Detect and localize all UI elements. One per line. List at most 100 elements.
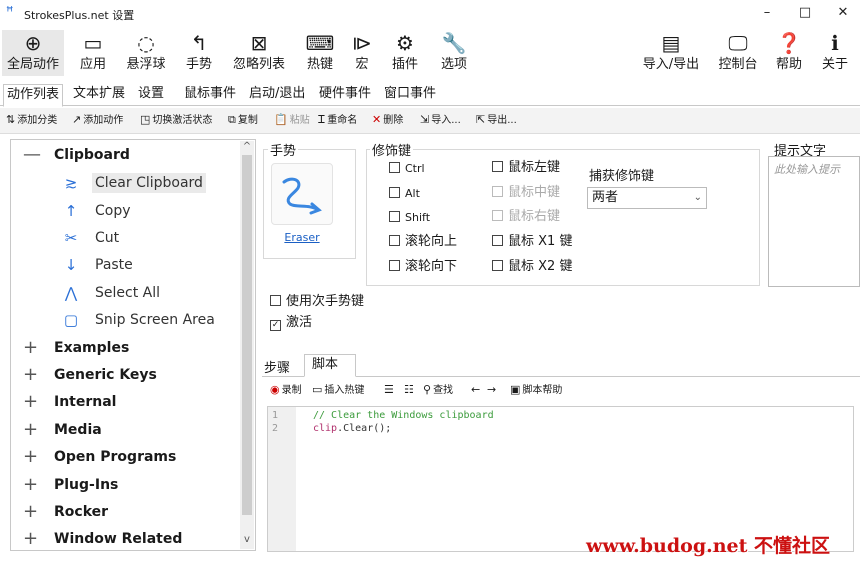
tree-category-clipboard[interactable]: — Clipboard xyxy=(11,145,239,165)
collapse-icon[interactable]: — xyxy=(23,145,43,165)
export-button[interactable]: ⇱ 导出... xyxy=(476,113,517,128)
toolbar-console-button[interactable]: 🖵 控制台 xyxy=(713,30,763,76)
tab-script[interactable]: 脚本 xyxy=(304,354,356,377)
record-button[interactable]: ◉ 录制 xyxy=(270,383,302,398)
expand-icon[interactable]: + xyxy=(23,529,43,549)
window-title: StrokesPlus.net 设置 xyxy=(24,9,135,22)
tab-hardware-events[interactable]: 硬件事件 xyxy=(316,84,374,106)
tree-category-examples[interactable]: + Examples xyxy=(11,338,239,358)
add-action-button[interactable]: ↗ 添加动作 xyxy=(72,113,123,128)
forward-button[interactable]: → xyxy=(487,383,498,398)
line-number: 1 xyxy=(272,410,279,421)
toolbar-about-button[interactable]: ℹ 关于 xyxy=(816,30,854,76)
indent-button[interactable]: ☰ xyxy=(384,383,396,398)
right-mouse-checkbox[interactable]: 鼠标右键 xyxy=(492,210,560,224)
expand-icon[interactable]: + xyxy=(23,502,43,522)
toolbar-floater-button[interactable]: ◌ 悬浮球 xyxy=(121,30,171,76)
tree-category-media[interactable]: + Media xyxy=(11,420,239,440)
middle-mouse-checkbox[interactable]: 鼠标中键 xyxy=(492,186,560,200)
shift-checkbox[interactable]: Shift xyxy=(389,211,430,225)
tab-startup-exit[interactable]: 启动/退出 xyxy=(246,84,308,106)
tab-text-expansion[interactable]: 文本扩展 xyxy=(70,84,128,106)
action-tree[interactable]: — Clipboard ≳ Clear Clipboard ↑ Copy ✂ C… xyxy=(10,139,256,551)
scroll-down-icon[interactable]: v xyxy=(242,534,252,545)
tree-item-clear-clipboard[interactable]: ≳ Clear Clipboard xyxy=(11,173,239,193)
scroll-up-icon[interactable]: ^ xyxy=(242,141,252,152)
tree-item-paste[interactable]: ↓ Paste xyxy=(11,255,239,275)
tree-item-snip-screen-area[interactable]: ▢ Snip Screen Area xyxy=(11,310,239,330)
insert-hotkey-button[interactable]: ▭ 插入热键 xyxy=(312,383,364,398)
toolbar-import-export-button[interactable]: ▤ 导入/导出 xyxy=(638,30,704,76)
tree-item-select-all[interactable]: ⋀ Select All xyxy=(11,283,239,303)
tab-mouse-events[interactable]: 鼠标事件 xyxy=(181,84,239,106)
tree-category-rocker[interactable]: + Rocker xyxy=(11,502,239,522)
delete-button[interactable]: ✕ 删除 xyxy=(372,113,403,128)
mouse-x2-checkbox[interactable]: 鼠标 X2 键 xyxy=(492,260,572,274)
toolbar-ignore-list-button[interactable]: ⊠ 忽略列表 xyxy=(228,30,290,76)
close-button[interactable]: ✕ xyxy=(824,0,860,26)
expand-icon[interactable]: + xyxy=(23,447,43,467)
gesture-preview[interactable] xyxy=(271,163,333,225)
down-arrow-icon: ↓ xyxy=(64,256,78,274)
find-button[interactable]: ⚲ 查找 xyxy=(423,383,453,398)
expand-icon[interactable]: + xyxy=(23,420,43,440)
alt-checkbox[interactable]: Alt xyxy=(389,187,420,201)
hint-textarea[interactable]: 此处输入提示 xyxy=(768,156,860,287)
caret-gesture-icon: ⋀ xyxy=(64,284,78,302)
tab-settings[interactable]: 设置 xyxy=(135,84,167,106)
watermark: www.budog.net 不懂社区 xyxy=(586,535,831,557)
ctrl-checkbox[interactable]: Ctrl xyxy=(389,162,425,176)
gesture-name-link[interactable]: Eraser xyxy=(271,231,333,244)
back-button[interactable]: ← xyxy=(471,383,482,398)
toolbar-global-actions-button[interactable]: ⊕ 全局动作 xyxy=(2,30,64,76)
tree-item-cut[interactable]: ✂ Cut xyxy=(11,228,239,248)
keyboard-icon: ▭ xyxy=(312,383,323,396)
left-mouse-checkbox[interactable]: 鼠标左键 xyxy=(492,161,560,175)
tree-category-window-related[interactable]: + Window Related xyxy=(11,529,239,549)
title-bar: ꟸ StrokesPlus.net 设置 – □ ✕ xyxy=(0,0,860,28)
active-checkbox[interactable]: ✓ 激活 xyxy=(270,316,312,331)
console-icon: 🖵 xyxy=(728,31,748,55)
rename-button[interactable]: Ꮖ 重命名 xyxy=(318,113,357,128)
expand-icon[interactable]: + xyxy=(23,365,43,385)
tree-item-copy[interactable]: ↑ Copy xyxy=(11,201,239,221)
expand-icon[interactable]: + xyxy=(23,392,43,412)
copy-icon: ⧉ xyxy=(228,113,236,126)
toolbar-options-button[interactable]: 🔧 选项 xyxy=(434,30,474,76)
toggle-active-button[interactable]: ◳ 切换激活状态 xyxy=(140,113,212,128)
toolbar-plugins-button[interactable]: ⚙ 插件 xyxy=(386,30,424,76)
tree-category-plug-ins[interactable]: + Plug-Ins xyxy=(11,475,239,495)
about-icon: ℹ xyxy=(831,31,839,55)
tab-steps[interactable]: 步骤 xyxy=(264,357,290,376)
tree-category-generic-keys[interactable]: + Generic Keys xyxy=(11,365,239,385)
toolbar-apps-button[interactable]: ▭ 应用 xyxy=(72,30,114,76)
maximize-button[interactable]: □ xyxy=(786,0,824,26)
outdent-icon: ☷ xyxy=(404,383,414,396)
paste-button[interactable]: 📋 粘贴 xyxy=(274,113,310,128)
tree-scrollbar-thumb[interactable] xyxy=(242,155,252,515)
expand-icon[interactable]: + xyxy=(23,338,43,358)
wheel-up-checkbox[interactable]: 滚轮向上 xyxy=(389,235,457,249)
wheel-down-checkbox[interactable]: 滚轮向下 xyxy=(389,260,457,274)
mouse-x1-checkbox[interactable]: 鼠标 X1 键 xyxy=(492,235,572,249)
capture-modifiers-select[interactable]: 两者 ⌄ xyxy=(587,187,707,209)
minimize-button[interactable]: – xyxy=(748,0,786,26)
outdent-button[interactable]: ☷ xyxy=(404,383,416,398)
toolbar-hotkeys-button[interactable]: ⌨ 热键 xyxy=(302,30,338,76)
add-category-button[interactable]: ⇅ 添加分类 xyxy=(6,113,57,128)
copy-button[interactable]: ⧉ 复制 xyxy=(228,113,258,128)
ignore-windows-icon: ⊠ xyxy=(250,31,268,55)
tree-category-open-programs[interactable]: + Open Programs xyxy=(11,447,239,467)
tab-action-list[interactable]: 动作列表 xyxy=(3,84,64,107)
toolbar-macros-button[interactable]: ⧐ 宏 xyxy=(346,30,378,76)
plugin-gear-icon: ⚙ xyxy=(396,31,414,55)
toolbar-help-button[interactable]: ❓ 帮助 xyxy=(770,30,808,76)
record-icon: ◉ xyxy=(270,383,280,396)
tree-category-internal[interactable]: + Internal xyxy=(11,392,239,412)
tab-window-events[interactable]: 窗口事件 xyxy=(381,84,439,106)
import-button[interactable]: ⇲ 导入... xyxy=(420,113,461,128)
expand-icon[interactable]: + xyxy=(23,475,43,495)
secondary-gesture-key-checkbox[interactable]: 使用次手势键 xyxy=(270,295,364,309)
toolbar-gestures-button[interactable]: ↰ 手势 xyxy=(180,30,218,76)
script-help-button[interactable]: ▣ 脚本帮助 xyxy=(510,383,562,398)
